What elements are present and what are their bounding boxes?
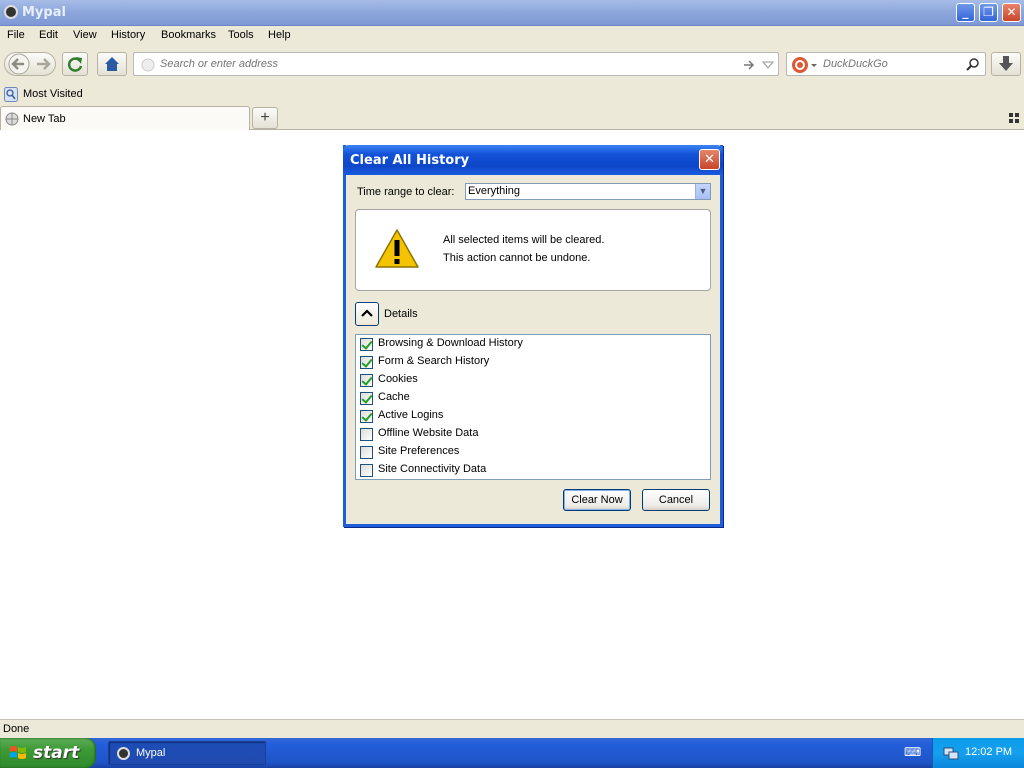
item-label: Offline Website Data bbox=[378, 427, 479, 439]
menu-view[interactable]: View bbox=[73, 29, 97, 41]
status-bar: Done bbox=[0, 719, 1024, 738]
item-label: Site Connectivity Data bbox=[378, 463, 487, 475]
most-visited-bookmark[interactable]: Most Visited bbox=[23, 88, 83, 100]
checkbox-offline-website-data[interactable] bbox=[360, 428, 373, 441]
dialog-close-button[interactable]: ✕ bbox=[699, 149, 720, 170]
list-item[interactable]: Site Connectivity Data bbox=[360, 462, 700, 478]
time-range-label: Time range to clear: bbox=[357, 186, 455, 198]
window-title: Mypal bbox=[22, 5, 66, 20]
page-icon bbox=[141, 58, 155, 72]
back-forward-buttons[interactable] bbox=[4, 52, 56, 76]
reload-icon bbox=[67, 57, 83, 72]
tab-bar: New Tab + bbox=[0, 106, 1024, 130]
tab-new-tab[interactable]: New Tab bbox=[0, 106, 250, 130]
list-item[interactable]: Active Logins bbox=[360, 408, 700, 424]
close-window-button[interactable]: ✕ bbox=[1002, 3, 1021, 22]
warning-icon bbox=[375, 229, 419, 268]
home-button[interactable] bbox=[97, 52, 127, 76]
minimize-button[interactable]: _ bbox=[956, 3, 975, 22]
warning-message-line1: All selected items will be cleared. bbox=[443, 234, 605, 246]
clear-history-dialog: Clear All History ✕ Time range to clear:… bbox=[343, 145, 723, 527]
time-range-select[interactable]: Everything ▼ bbox=[465, 183, 711, 200]
navigation-toolbar bbox=[0, 46, 1024, 84]
item-label: Cookies bbox=[378, 373, 418, 385]
back-forward-icon bbox=[8, 53, 51, 75]
list-item[interactable]: Browsing & Download History bbox=[360, 336, 700, 352]
downloads-button[interactable] bbox=[991, 52, 1021, 76]
dialog-title: Clear All History bbox=[350, 153, 470, 168]
mypal-app-icon bbox=[4, 5, 18, 19]
checkbox-site-connectivity-data[interactable] bbox=[360, 464, 373, 477]
search-icon[interactable] bbox=[965, 57, 981, 73]
menu-bar: File Edit View History Bookmarks Tools H… bbox=[0, 26, 1024, 46]
start-label: start bbox=[33, 743, 80, 763]
checkbox-cookies[interactable] bbox=[360, 374, 373, 387]
download-icon bbox=[999, 56, 1013, 71]
menu-file[interactable]: File bbox=[7, 29, 25, 41]
taskbar-item-label: Mypal bbox=[136, 747, 166, 759]
tab-label: New Tab bbox=[23, 113, 66, 125]
window-title-bar[interactable]: Mypal _ ❐ ✕ bbox=[0, 0, 1024, 26]
checkbox-site-preferences[interactable] bbox=[360, 446, 373, 459]
cancel-button[interactable]: Cancel bbox=[642, 489, 710, 511]
windows-flag-icon bbox=[10, 746, 26, 759]
keyboard-icon[interactable]: ⌨ bbox=[904, 746, 921, 759]
details-label: Details bbox=[384, 308, 418, 320]
warning-message-line2: This action cannot be undone. bbox=[443, 252, 591, 264]
menu-bookmarks[interactable]: Bookmarks bbox=[161, 29, 216, 41]
dialog-title-bar[interactable]: Clear All History ✕ bbox=[343, 145, 723, 175]
menu-help[interactable]: Help bbox=[268, 29, 291, 41]
details-toggle-button[interactable] bbox=[355, 302, 379, 326]
list-item[interactable]: Site Preferences bbox=[360, 444, 700, 460]
desktop: Mypal _ ❐ ✕ File Edit View History Bookm… bbox=[0, 0, 1024, 768]
go-arrow-icon[interactable] bbox=[742, 58, 756, 72]
menu-edit[interactable]: Edit bbox=[39, 29, 58, 41]
checkbox-active-logins[interactable] bbox=[360, 410, 373, 423]
clock[interactable]: 12:02 PM bbox=[965, 746, 1012, 758]
start-button[interactable]: start bbox=[0, 738, 96, 768]
home-icon bbox=[105, 57, 119, 71]
address-bar[interactable] bbox=[133, 52, 779, 76]
item-label: Active Logins bbox=[378, 409, 444, 421]
taskbar-item-mypal[interactable]: Mypal bbox=[108, 741, 266, 765]
system-tray: 12:02 PM bbox=[932, 738, 1024, 768]
clear-now-button[interactable]: Clear Now bbox=[563, 489, 631, 511]
list-item[interactable]: Cache bbox=[360, 390, 700, 406]
menu-tools[interactable]: Tools bbox=[228, 29, 254, 41]
chevron-down-icon[interactable]: ▼ bbox=[695, 184, 710, 199]
checkbox-form-search-history[interactable] bbox=[360, 356, 373, 369]
search-bar[interactable] bbox=[786, 52, 986, 76]
history-dropdown-icon[interactable] bbox=[762, 61, 774, 69]
warning-panel: All selected items will be cleared. This… bbox=[355, 209, 711, 291]
bookmarks-toolbar: Most Visited bbox=[0, 84, 1024, 106]
item-label: Site Preferences bbox=[378, 445, 460, 457]
checkbox-browsing-download-history[interactable] bbox=[360, 338, 373, 351]
taskbar: start Mypal ⌨ 12:02 PM bbox=[0, 738, 1024, 768]
list-item[interactable]: Form & Search History bbox=[360, 354, 700, 370]
most-visited-icon bbox=[4, 87, 18, 102]
list-item[interactable]: Offline Website Data bbox=[360, 426, 700, 442]
item-label: Form & Search History bbox=[378, 355, 490, 367]
globe-icon bbox=[5, 112, 19, 126]
item-label: Cache bbox=[378, 391, 410, 403]
new-tab-button[interactable]: + bbox=[252, 107, 278, 129]
item-label: Browsing & Download History bbox=[378, 337, 523, 349]
history-items-list: Browsing & Download History Form & Searc… bbox=[355, 334, 711, 480]
chevron-up-icon bbox=[361, 309, 373, 317]
time-range-value: Everything bbox=[468, 185, 520, 197]
network-icon[interactable] bbox=[943, 746, 959, 760]
tab-groups-icon[interactable] bbox=[1009, 113, 1019, 123]
status-text: Done bbox=[3, 723, 30, 735]
restore-button[interactable]: ❐ bbox=[979, 3, 998, 22]
duckduckgo-engine-icon[interactable] bbox=[791, 56, 821, 74]
address-input[interactable] bbox=[160, 58, 720, 70]
search-input[interactable] bbox=[823, 58, 963, 70]
reload-button[interactable] bbox=[62, 52, 88, 76]
checkbox-cache[interactable] bbox=[360, 392, 373, 405]
menu-history[interactable]: History bbox=[111, 29, 145, 41]
mypal-taskbar-icon bbox=[117, 747, 130, 760]
list-item[interactable]: Cookies bbox=[360, 372, 700, 388]
